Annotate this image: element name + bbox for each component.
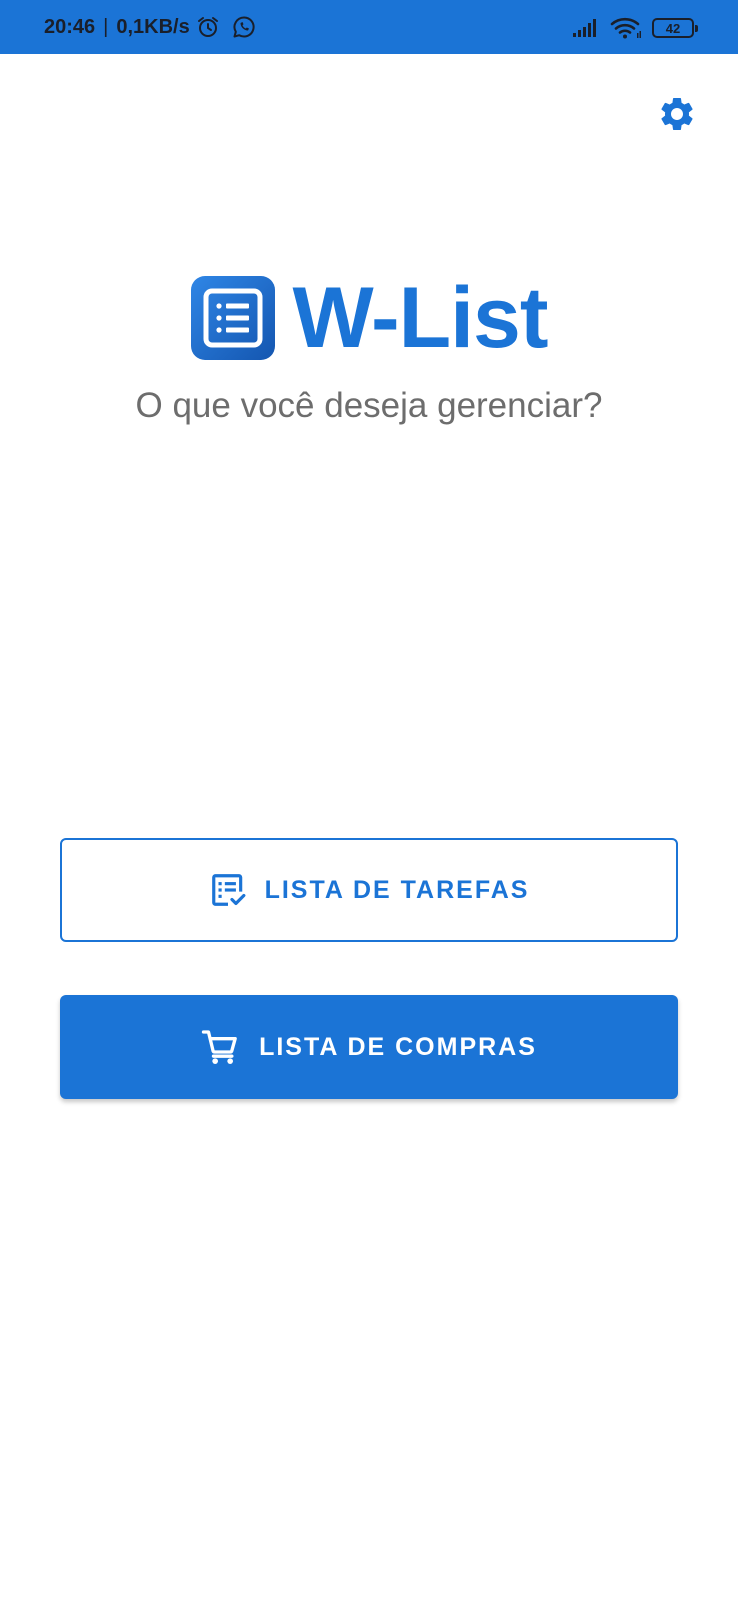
settings-button[interactable] bbox=[657, 94, 697, 134]
task-list-button[interactable]: LISTA DE TAREFAS bbox=[60, 838, 678, 942]
cart-icon bbox=[201, 1027, 241, 1067]
status-left: 20:46 | 0,1KB/s bbox=[44, 12, 256, 42]
gear-icon bbox=[657, 94, 697, 134]
list-icon bbox=[190, 276, 275, 360]
app-brand: W-List bbox=[0, 270, 738, 366]
status-right: 42 bbox=[572, 14, 698, 42]
status-separator: | bbox=[103, 15, 109, 38]
wifi-icon bbox=[610, 16, 642, 40]
task-list-label: LISTA DE TAREFAS bbox=[264, 875, 530, 904]
whatsapp-icon bbox=[232, 15, 256, 39]
battery-icon: 42 bbox=[652, 18, 698, 38]
app-subtitle: O que você deseja gerenciar? bbox=[135, 386, 603, 425]
network-speed: 0,1KB/s bbox=[116, 15, 190, 38]
battery-level: 42 bbox=[665, 20, 681, 36]
checklist-icon bbox=[209, 871, 247, 909]
signal-icon bbox=[572, 18, 600, 38]
shopping-list-button[interactable]: LISTA DE COMPRAS bbox=[60, 995, 678, 1099]
app-title: W-List bbox=[292, 270, 549, 366]
status-bar: 20:46 | 0,1KB/s 42 bbox=[0, 0, 738, 54]
shopping-list-label: LISTA DE COMPRAS bbox=[259, 1032, 537, 1061]
status-time: 20:46 bbox=[44, 15, 96, 38]
alarm-clock-icon bbox=[196, 15, 220, 39]
